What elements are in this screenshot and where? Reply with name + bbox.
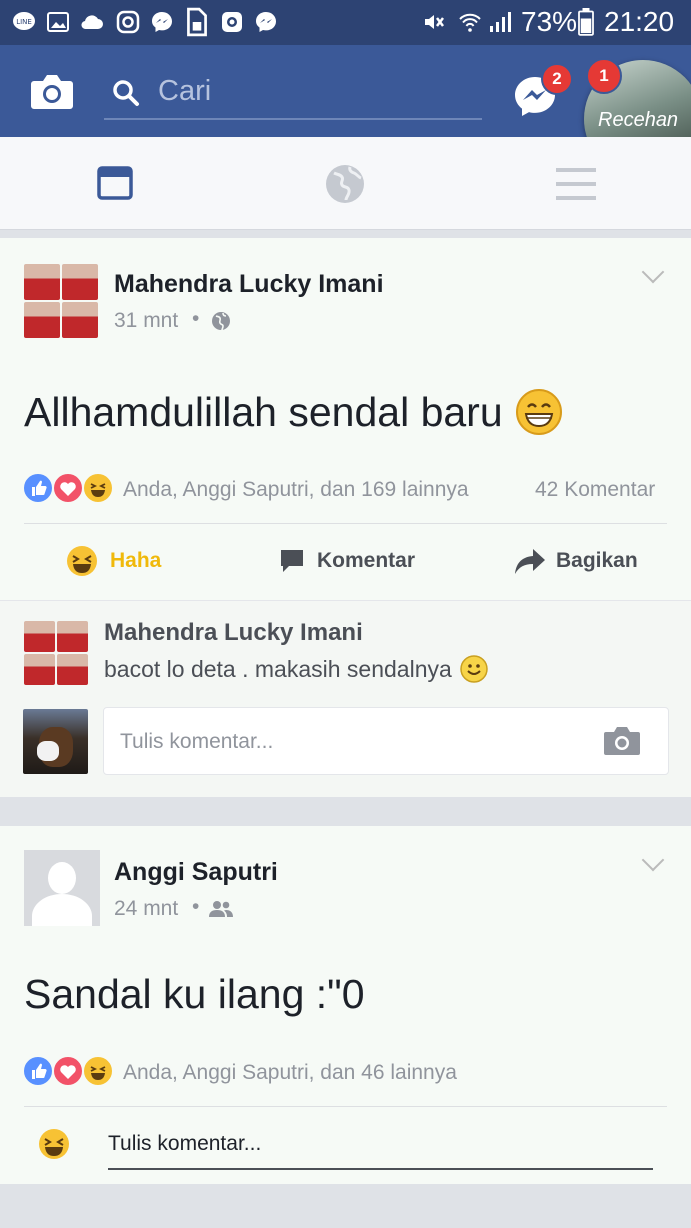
comment-author[interactable]: Mahendra Lucky Imani bbox=[104, 619, 363, 647]
haha-icon bbox=[67, 546, 97, 576]
comment-label: Komentar bbox=[317, 549, 416, 572]
sim-icon bbox=[187, 7, 207, 37]
post-options-chevron[interactable] bbox=[641, 260, 665, 284]
love-reaction-icon bbox=[52, 472, 84, 504]
top-nav-bar: Cari 2 Recehan 1 bbox=[0, 45, 691, 178]
search-underline bbox=[104, 118, 482, 120]
comment-text: bacot lo deta . makasih sendalnya bbox=[104, 655, 452, 682]
grin-emoji-icon bbox=[515, 389, 562, 435]
share-label: Bagikan bbox=[556, 549, 638, 572]
comment-placeholder: Tulis komentar... bbox=[120, 730, 274, 753]
post-author[interactable]: Mahendra Lucky Imani bbox=[114, 270, 384, 299]
post-card: Mahendra Lucky Imani 31 mnt • Allhamduli… bbox=[0, 238, 691, 797]
camera-app-icon bbox=[222, 12, 242, 32]
love-reaction-icon bbox=[52, 1055, 84, 1087]
instagram-icon bbox=[116, 10, 140, 34]
avatar[interactable] bbox=[24, 264, 98, 338]
menu-icon[interactable] bbox=[556, 165, 596, 203]
haha-button[interactable]: Haha bbox=[66, 544, 161, 578]
messenger-icon bbox=[256, 12, 276, 32]
post-text: Allhamdulillah sendal baru bbox=[24, 388, 503, 435]
camera-icon[interactable] bbox=[30, 73, 74, 111]
haha-icon[interactable] bbox=[38, 1128, 70, 1160]
clock: 21:20 bbox=[604, 6, 675, 37]
my-avatar[interactable] bbox=[23, 709, 88, 774]
post-author[interactable]: Anggi Saputri bbox=[114, 858, 278, 887]
mute-icon bbox=[425, 15, 444, 29]
post-card: Anggi Saputri 24 mnt • Sandal ku ilang :… bbox=[0, 826, 691, 1184]
search-icon bbox=[113, 80, 139, 106]
battery-icon bbox=[578, 8, 594, 36]
battery-percentage: 73% bbox=[521, 6, 578, 37]
signal-icon bbox=[490, 12, 511, 32]
wifi-icon bbox=[459, 13, 481, 32]
notification-badge: 1 bbox=[586, 58, 622, 94]
comment-input[interactable]: Tulis komentar... bbox=[103, 707, 669, 775]
avatar[interactable] bbox=[24, 850, 100, 926]
separator-dot: • bbox=[192, 307, 200, 330]
messenger-badge: 2 bbox=[541, 63, 573, 95]
friends-icon bbox=[209, 901, 233, 917]
comment-icon bbox=[281, 550, 303, 572]
globe-icon bbox=[212, 312, 230, 331]
comment-avatar[interactable] bbox=[24, 621, 88, 685]
cloud-icon bbox=[81, 15, 103, 30]
comment-input[interactable]: Tulis komentar... bbox=[108, 1126, 653, 1170]
divider bbox=[24, 1106, 667, 1107]
post-body: Allhamdulillah sendal baru bbox=[24, 388, 563, 436]
post-time[interactable]: 24 mnt bbox=[114, 897, 178, 921]
post-options-chevron[interactable] bbox=[641, 848, 665, 872]
share-icon bbox=[515, 549, 545, 574]
post-text: Sandal ku ilang :"0 bbox=[24, 971, 365, 1017]
comment-button[interactable]: Komentar bbox=[278, 544, 415, 578]
svg-text:LINE: LINE bbox=[16, 18, 32, 26]
search-input[interactable]: Cari bbox=[158, 75, 211, 108]
tab-bar bbox=[0, 137, 691, 230]
divider bbox=[24, 523, 667, 524]
globe-icon[interactable] bbox=[324, 163, 366, 205]
status-bar: LINE 73% 21:20 bbox=[0, 0, 691, 45]
smile-emoji-icon bbox=[460, 655, 488, 683]
haha-label: Haha bbox=[110, 549, 162, 572]
haha-reaction-icon bbox=[82, 1055, 114, 1087]
news-feed-icon[interactable] bbox=[97, 166, 133, 200]
comment-placeholder: Tulis komentar... bbox=[108, 1132, 262, 1155]
like-reaction-icon bbox=[22, 472, 54, 504]
post-time[interactable]: 31 mnt bbox=[114, 309, 178, 333]
line-icon: LINE bbox=[13, 12, 35, 30]
messenger-icon bbox=[152, 12, 172, 32]
separator-dot: • bbox=[192, 895, 200, 918]
comment-body: bacot lo deta . makasih sendalnya bbox=[104, 655, 488, 683]
comment-section: Mahendra Lucky Imani bacot lo deta . mak… bbox=[0, 600, 691, 797]
share-button[interactable]: Bagikan bbox=[514, 544, 638, 578]
like-reaction-icon bbox=[22, 1055, 54, 1087]
haha-reaction-icon bbox=[82, 472, 114, 504]
story-label: Recehan bbox=[598, 109, 679, 131]
comments-count[interactable]: 42 Komentar bbox=[535, 478, 655, 502]
reactions-text[interactable]: Anda, Anggi Saputri, dan 169 lainnya bbox=[123, 478, 469, 502]
gallery-icon bbox=[47, 12, 69, 32]
camera-icon[interactable] bbox=[603, 725, 641, 757]
reactions-text[interactable]: Anda, Anggi Saputri, dan 46 lainnya bbox=[123, 1061, 457, 1085]
